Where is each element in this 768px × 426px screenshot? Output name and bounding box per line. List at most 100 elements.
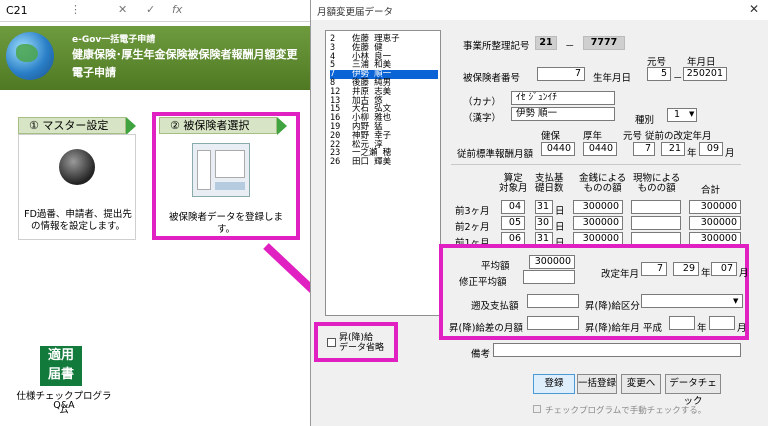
row-days-field[interactable]: 31 (535, 200, 553, 214)
raise-year-field[interactable] (669, 316, 695, 330)
app-kouyou-icon[interactable]: 適用 届書 (40, 346, 82, 386)
function-fx-icon[interactable]: fx (172, 3, 182, 16)
retro-field[interactable] (527, 294, 579, 308)
enter-check-icon[interactable]: ✓ (146, 3, 155, 16)
row-label: 前2ヶ月 (455, 222, 490, 233)
kouyou-line1: 適用 (47, 348, 74, 363)
list-item[interactable]: 12 井原 志美 (330, 88, 438, 97)
row-total-field[interactable]: 300000 (689, 216, 741, 230)
change-year-field[interactable]: 29 (673, 262, 699, 276)
birth-era-field[interactable]: 5 (647, 67, 671, 81)
manual-check-checkbox[interactable] (533, 405, 541, 413)
row-days-field[interactable]: 30 (535, 216, 553, 230)
step-insured-selection[interactable]: ② 被保険者選択 (159, 117, 277, 134)
col-cash: 金銭による ものの額 (579, 173, 627, 194)
list-item[interactable]: 20 神野 幸子 (330, 132, 438, 141)
omit-checkbox[interactable] (327, 338, 336, 347)
raise-type-select[interactable] (641, 294, 743, 308)
era-change-header: 元号 従前の改定年月 (623, 131, 712, 142)
office-dash: － (565, 41, 575, 52)
insured-list[interactable]: 2 佐藤 理恵子 3 佐藤 健 4 小林 良一 5 三浦 和美 7 伊勢 順一 8 後藤 純男 12 井原… (325, 30, 441, 316)
dropdown-icon[interactable]: ⋮ (70, 3, 81, 16)
avg-field[interactable]: 300000 (529, 255, 575, 269)
chevron-down-icon[interactable]: ▼ (733, 297, 738, 305)
prev-label: 従前標準報酬月額 (457, 149, 534, 160)
cancel-x-icon[interactable]: ✕ (118, 3, 127, 16)
list-item-name: 田口 輝美 (352, 157, 392, 168)
raise-gatsu: 月 (737, 323, 747, 334)
change-era-field[interactable]: 7 (641, 262, 667, 276)
list-item[interactable]: 26 田口 輝美 (330, 158, 438, 167)
kenpo-field[interactable]: 0440 (541, 142, 575, 156)
row-month-field[interactable]: 05 (501, 216, 525, 230)
monthly-change-dialog: 月額変更届データ ✕ 2 佐藤 理恵子 3 佐藤 健 4 小林 良一 5 三浦 和美 7 伊勢 順… (310, 0, 768, 426)
row-total-field[interactable]: 300000 (689, 200, 741, 214)
dialog-title: 月額変更届データ (317, 7, 394, 18)
row-cash-field[interactable]: 300000 (573, 200, 623, 214)
row-day-unit: 日 (555, 206, 565, 217)
row-kind-field[interactable] (631, 200, 681, 214)
note-label: 備考 (471, 349, 491, 360)
raise-type-label: 昇(降)給区分 (585, 301, 640, 312)
name-box[interactable]: C21 (6, 2, 66, 19)
manual-check-label: チェックプログラムで手動チェックする。 (545, 406, 707, 416)
kana-field[interactable]: ｲｾ ｼﾞｭﾝｲﾁ (511, 91, 615, 105)
ymd-header: 年月日 (687, 57, 716, 68)
change-label: 改定年月 (601, 269, 640, 280)
chevron-down-icon[interactable]: ▼ (689, 110, 694, 118)
banner-title: 健康保険･厚生年金保険被保険者報酬月額変更 (72, 48, 298, 61)
kanji-field[interactable]: 伊勢 順一 (511, 107, 615, 121)
kosei-field[interactable]: 0440 (583, 142, 617, 156)
kanji-label: （漢字） (463, 113, 502, 124)
birth-dash: － (673, 73, 683, 84)
avg-label: 平均額 (481, 261, 510, 272)
mod-avg-field[interactable] (523, 270, 575, 284)
gatsu-unit: 月 (725, 148, 735, 159)
register-button[interactable]: 登録 (533, 374, 575, 394)
col-month: 算定 対象月 (499, 173, 528, 194)
kosei-header: 厚年 (583, 131, 603, 142)
change-button[interactable]: 変更へ (621, 374, 661, 394)
step-master-settings[interactable]: ① マスター設定 (18, 117, 126, 134)
shubetsu-label: 種別 (635, 115, 655, 126)
master-settings-card[interactable]: FD過番、申請者、提出先の情報を設定します。 (18, 134, 136, 240)
list-item[interactable]: 16 小柳 雅也 (330, 114, 438, 123)
raise-diff-field[interactable] (527, 316, 579, 330)
dialog-thumbnail-icon[interactable] (192, 143, 250, 197)
bulk-register-button[interactable]: 一括登録 (577, 374, 617, 394)
ins-no-field[interactable]: 7 (537, 67, 585, 81)
row-label: 前3ヶ月 (455, 206, 490, 217)
heisei-label: 平成 (643, 323, 663, 334)
row-day-unit: 日 (555, 222, 565, 233)
office-label: 事業所整理記号 (463, 41, 530, 52)
raise-nen: 年 (697, 323, 707, 334)
retro-label: 遡及支払額 (471, 301, 519, 312)
row-kind-field[interactable] (631, 216, 681, 230)
prev-month-field[interactable]: 09 (699, 142, 723, 156)
col-days: 支払基 礎日数 (535, 173, 564, 194)
birth-label: 生年月日 (593, 73, 632, 84)
prev-year-field[interactable]: 21 (661, 142, 685, 156)
banner-egov: e-Gov一括電子申請 (72, 35, 156, 45)
prev-era-field[interactable]: 7 (633, 142, 655, 156)
note-field[interactable] (493, 343, 741, 357)
app-banner: e-Gov一括電子申請 健康保険･厚生年金保険被保険者報酬月額変更 電子申請 (0, 26, 310, 90)
close-icon[interactable]: ✕ (749, 2, 759, 16)
row-cash-field[interactable]: 300000 (573, 216, 623, 230)
arrow-right-icon (277, 117, 287, 135)
kouyou-qa[interactable]: Q&A (14, 400, 114, 411)
change-nen: 年 (701, 268, 711, 279)
globe-icon (6, 32, 54, 80)
dialog-titlebar: 月額変更届データ ✕ (311, 0, 768, 20)
raise-month-label: 昇(降)給年月 (585, 323, 640, 334)
row-month-field[interactable]: 04 (501, 200, 525, 214)
change-month-field[interactable]: 07 (711, 262, 737, 276)
birth-field[interactable]: 250201 (683, 67, 727, 81)
mod-avg-label: 修正平均額 (459, 277, 507, 288)
data-check-button[interactable]: データチェック (665, 374, 721, 407)
raise-month-field[interactable] (709, 316, 735, 330)
list-item[interactable]: 2 佐藤 理恵子 (330, 35, 438, 44)
nen-unit: 年 (687, 148, 697, 159)
banner-subtitle: 電子申請 (72, 66, 116, 79)
kouyou-line2: 届書 (47, 367, 74, 382)
